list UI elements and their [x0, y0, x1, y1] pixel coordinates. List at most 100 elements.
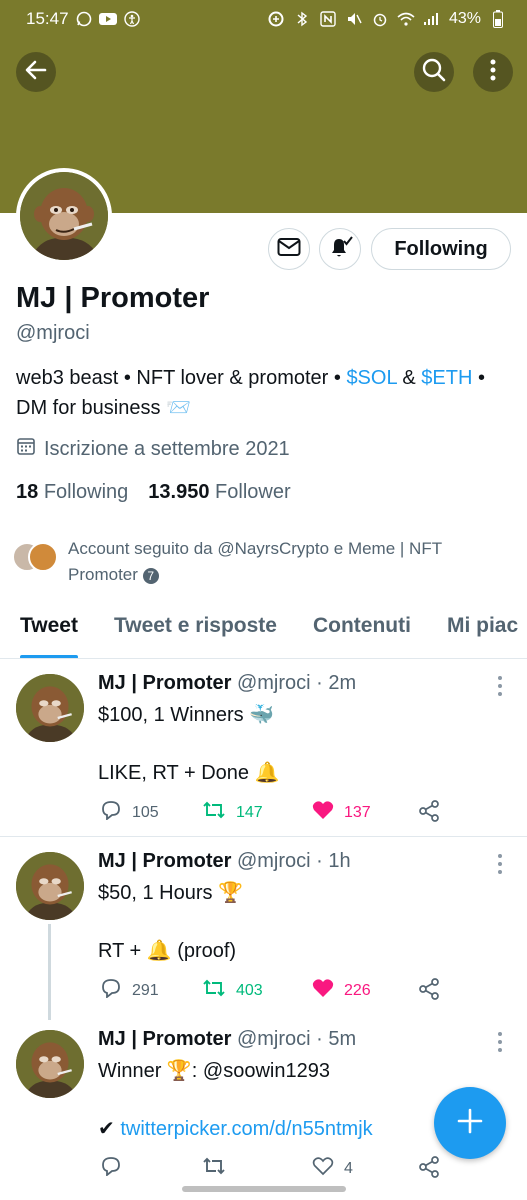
share-icon [418, 1156, 440, 1183]
profile-avatar[interactable] [16, 168, 112, 264]
status-bar: 15:47 43% [0, 0, 527, 38]
tweet-author-name[interactable]: MJ | Promoter [98, 1028, 231, 1050]
reply-icon [100, 1156, 122, 1181]
ape-avatar-image [16, 1030, 84, 1098]
notifications-button[interactable] [319, 228, 361, 270]
tweet-more-icon[interactable] [492, 1032, 508, 1052]
status-time: 15:47 [26, 9, 69, 28]
reply-icon [100, 978, 122, 1003]
tweet-actions: 291 403 226 [100, 978, 445, 1002]
back-button[interactable] [16, 52, 56, 92]
following-label: Following [43, 481, 129, 503]
tweet-text: Winner 🏆: @soowin1293 ✔ twitterpicker.co… [98, 1056, 373, 1144]
tweet-header: MJ | Promoter @mjroci · 1h [98, 850, 351, 873]
tweet-item[interactable]: MJ | Promoter @mjroci · 1h $50, 1 Hours … [0, 838, 527, 1020]
tweet-actions: 105 147 137 [100, 800, 445, 824]
bio-text: & [396, 367, 422, 389]
signal-icon [423, 10, 441, 28]
heart-outline-icon [312, 1156, 334, 1181]
calendar-icon [16, 436, 36, 462]
followers-count: 13.950 [148, 481, 210, 503]
envelope-icon [277, 237, 301, 262]
mute-icon [345, 10, 363, 28]
joined-text: Iscrizione a settembre 2021 [44, 437, 290, 460]
like-count: 226 [344, 981, 371, 999]
like-button[interactable]: 226 [312, 978, 371, 1003]
followed-by[interactable]: Account seguito da @NayrsCrypto e Meme |… [12, 536, 512, 588]
tweet-header: MJ | Promoter @mjroci · 5m [98, 1028, 356, 1051]
follow-stats: 18 Following 13.950 Follower [16, 481, 291, 504]
compose-tweet-button[interactable] [434, 1087, 506, 1159]
data-saver-icon [267, 10, 285, 28]
followed-by-count-badge: 7 [142, 567, 159, 584]
like-count: 4 [344, 1159, 353, 1177]
tab-tweet[interactable]: Tweet [20, 600, 78, 658]
tweet-text: $50, 1 Hours 🏆 RT + 🔔 (proof) [98, 878, 243, 966]
retweet-button[interactable]: 147 [202, 800, 263, 825]
tweet-link[interactable]: twitterpicker.com/d/n55ntmjk [120, 1118, 372, 1140]
profile-bio: web3 beast • NFT lover & promoter • $SOL… [16, 363, 506, 423]
tweet-link-line: ✔ twitterpicker.com/d/n55ntmjk [98, 1114, 373, 1144]
tweet-more-icon[interactable] [492, 676, 508, 696]
battery-icon [489, 10, 507, 28]
cashtag-sol-link[interactable]: $SOL [346, 367, 396, 389]
tweet-actions: 4 [100, 1156, 445, 1180]
retweet-count: 147 [236, 803, 263, 821]
tweet-header: MJ | Promoter @mjroci · 2m [98, 672, 356, 695]
heart-filled-icon [312, 800, 334, 825]
nfc-icon [319, 10, 337, 28]
checkmark-icon: ✔ [98, 1118, 115, 1140]
wifi-icon [397, 10, 415, 28]
alarm-icon [371, 10, 389, 28]
retweet-button[interactable] [202, 1156, 236, 1181]
followers-stat[interactable]: 13.950 Follower [148, 481, 290, 504]
tweet-avatar[interactable] [16, 674, 84, 742]
tweet-avatar[interactable] [16, 852, 84, 920]
share-button[interactable] [418, 800, 440, 827]
followed-by-text: Account seguito da @NayrsCrypto e Meme |… [68, 536, 512, 588]
tweet-avatar[interactable] [16, 1030, 84, 1098]
tweet-more-icon[interactable] [492, 854, 508, 874]
following-count: 18 [16, 481, 39, 503]
retweet-button[interactable]: 403 [202, 978, 263, 1003]
followed-by-label: Account seguito da @NayrsCrypto e Meme |… [68, 539, 442, 584]
tab-media[interactable]: Contenuti [313, 600, 411, 658]
reply-button[interactable] [100, 1156, 132, 1181]
more-options-button[interactable] [473, 52, 513, 92]
like-button[interactable]: 137 [312, 800, 371, 825]
plus-icon [457, 1108, 483, 1139]
following-stat[interactable]: 18 Following [16, 481, 128, 504]
tab-tweet-replies[interactable]: Tweet e risposte [114, 600, 277, 658]
battery-percent: 43% [448, 10, 481, 27]
like-button[interactable]: 4 [312, 1156, 353, 1181]
tweet-author-handle: @mjroci [236, 672, 311, 694]
tweet-text: $100, 1 Winners 🐳 LIKE, RT + Done 🔔 [98, 700, 279, 788]
tweet-divider [0, 836, 527, 837]
share-icon [418, 800, 440, 827]
home-indicator[interactable] [182, 1186, 346, 1192]
thread-line [48, 924, 51, 1020]
reply-count: 105 [132, 803, 159, 821]
share-icon [418, 978, 440, 1005]
share-button[interactable] [418, 1156, 440, 1183]
search-button[interactable] [414, 52, 454, 92]
arrow-left-icon [25, 59, 47, 86]
tweet-line: LIKE, RT + Done 🔔 [98, 762, 280, 784]
profile-name: MJ | Promoter [16, 282, 210, 314]
retweet-icon [202, 978, 226, 1003]
retweet-icon [202, 800, 226, 825]
tweet-time: · 5m [316, 1028, 357, 1050]
reply-button[interactable]: 105 [100, 800, 159, 825]
following-button[interactable]: Following [371, 228, 511, 270]
message-button[interactable] [268, 228, 310, 270]
tweet-item[interactable]: MJ | Promoter @mjroci · 2m $100, 1 Winne… [0, 660, 527, 836]
follower-avatar [28, 542, 58, 572]
share-button[interactable] [418, 978, 440, 1005]
tweet-author-name[interactable]: MJ | Promoter [98, 850, 231, 872]
tweet-author-name[interactable]: MJ | Promoter [98, 672, 231, 694]
reply-count: 291 [132, 981, 159, 999]
bio-text: web3 beast • NFT lover & promoter • [16, 367, 347, 389]
reply-button[interactable]: 291 [100, 978, 159, 1003]
tab-likes[interactable]: Mi piac [447, 600, 518, 658]
cashtag-eth-link[interactable]: $ETH [421, 367, 472, 389]
